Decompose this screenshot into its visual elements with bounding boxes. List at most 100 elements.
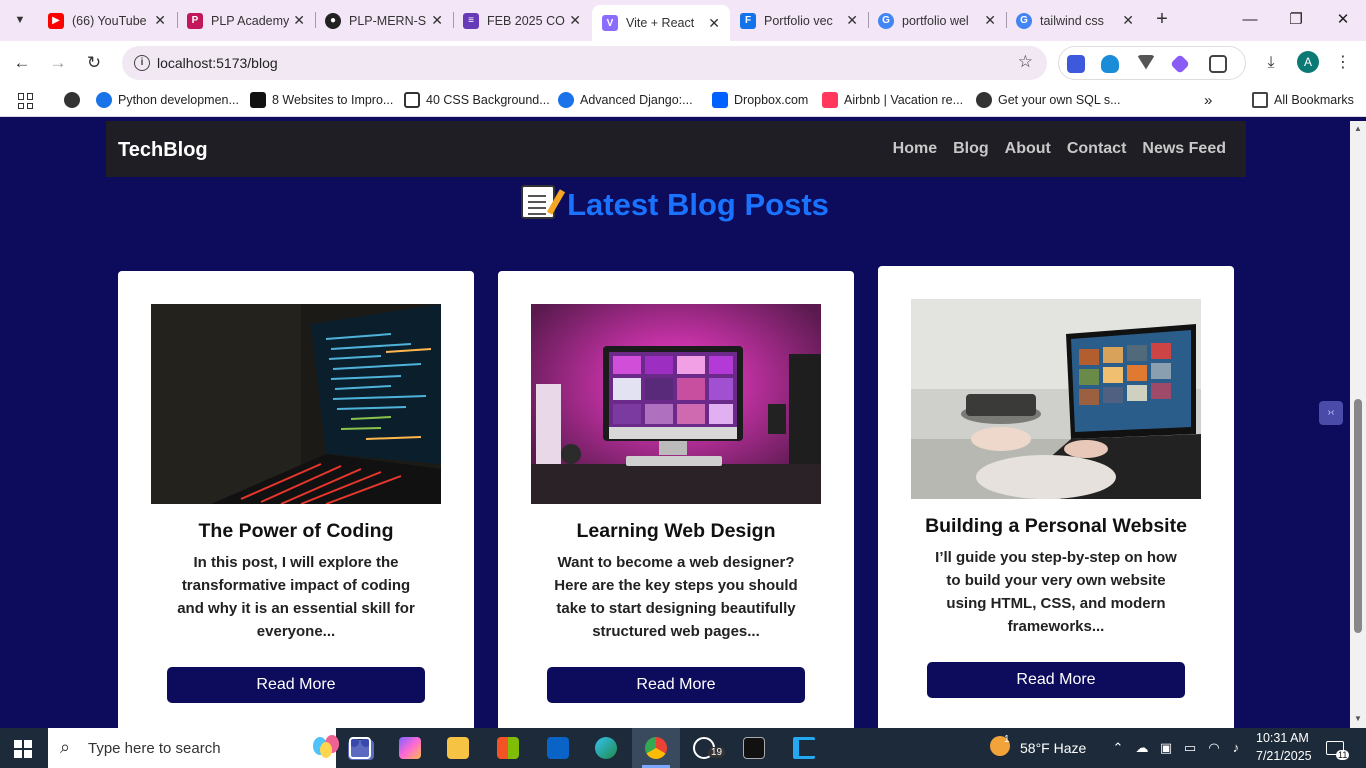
tab-google-tailwind[interactable]: G tailwind css ✕ [1006,0,1144,41]
bookmark-item[interactable]: Dropbox.com [712,92,808,108]
bookmark-favicon [250,92,266,108]
copilot-icon[interactable] [386,728,434,768]
clock-time[interactable]: 10:31 AM [1256,731,1309,745]
scroll-up-arrow-icon[interactable]: ▲ [1354,124,1362,133]
bookmark-item[interactable]: Get your own SQL s... [976,92,1121,108]
bookmark-item[interactable]: Airbnb | Vacation re... [822,92,963,108]
url-text[interactable]: localhost:5173/blog [157,55,278,71]
tab-google-portfolio[interactable]: G portfolio wel ✕ [868,0,1006,41]
coding-laptop-image [151,304,441,504]
menu-kebab-icon[interactable]: ⋮ [1333,53,1353,73]
bookmark-item[interactable]: Advanced Django:... [558,92,693,108]
bookmark-star-icon[interactable]: ☆ [1018,52,1033,72]
nav-about[interactable]: About [1005,140,1051,158]
nav-blog[interactable]: Blog [953,140,989,158]
post-title: Building a Personal Website [925,515,1187,537]
chevron-up-icon[interactable]: ⌃ [1110,740,1126,756]
chrome-icon[interactable] [632,728,680,768]
close-tab-icon[interactable]: ✕ [846,12,858,29]
profile-avatar[interactable]: A [1297,51,1319,73]
minimize-icon[interactable]: — [1238,8,1262,32]
whatsapp-icon[interactable]: 19 [680,728,728,768]
close-window-icon[interactable]: ✕ [1331,8,1355,32]
tab-youtube[interactable]: ▶ (66) YouTube ✕ [38,0,176,41]
windows-start-icon[interactable] [14,740,32,758]
task-view-icon[interactable] [336,728,384,768]
reload-icon[interactable]: ↻ [82,51,106,75]
back-icon[interactable]: ← [10,51,34,75]
bookmark-favicon [558,92,574,108]
shield-icon[interactable] [1101,55,1119,73]
plp-icon: P [187,12,203,29]
meet-now-icon[interactable]: ▣ [1158,740,1174,756]
close-tab-icon[interactable]: ✕ [984,12,996,29]
memo-icon [521,185,556,219]
search-icon: ⌕ [60,737,71,757]
tab-freepik[interactable]: F Portfolio vec ✕ [730,0,868,41]
bookmark-item[interactable]: 8 Websites to Impro... [250,92,393,108]
read-more-button[interactable]: Read More [547,667,805,703]
outlook-icon[interactable] [534,728,582,768]
close-tab-icon[interactable]: ✕ [293,12,305,29]
read-more-button[interactable]: Read More [167,667,425,703]
forward-icon[interactable]: → [46,51,70,75]
nav-links: Home Blog About Contact News Feed [893,140,1226,158]
youtube-icon: ▶ [48,12,64,29]
edge-icon[interactable] [582,728,630,768]
scrollbar-thumb[interactable] [1354,399,1362,633]
more-bookmarks-chevron-icon[interactable]: » [1204,92,1212,109]
wifi-icon[interactable]: ◠ [1206,740,1222,756]
puzzle-extensions-icon[interactable] [1209,55,1227,73]
collapse-widget-icon[interactable]: ›‹ [1319,401,1343,425]
web-design-desk-image [531,304,821,504]
bitwarden-icon[interactable] [1067,55,1085,73]
personal-website-laptop-image [911,299,1201,499]
tab-github[interactable]: ● PLP-MERN-S ✕ [315,0,453,41]
clock-date[interactable]: 7/21/2025 [1256,749,1312,763]
tab-vite-react[interactable]: V Vite + React ✕ [592,5,730,41]
close-tab-icon[interactable]: ✕ [708,15,720,32]
post-excerpt: I’ll guide you step-by-step on how to bu… [935,549,1177,635]
site-brand[interactable]: TechBlog [118,139,208,162]
taskbar-search[interactable]: ⌕ Type here to search [48,728,374,768]
volume-icon[interactable]: ♪ [1228,740,1244,756]
scroll-down-arrow-icon[interactable]: ▼ [1354,714,1362,723]
tab-search-chevron-icon[interactable]: ▼ [8,8,32,32]
bookmark-item[interactable] [64,92,86,108]
onedrive-icon[interactable]: ☁ [1134,740,1150,756]
nav-home[interactable]: Home [893,140,937,158]
read-more-button[interactable]: Read More [927,662,1185,698]
vscode-icon[interactable] [780,728,828,768]
close-tab-icon[interactable]: ✕ [431,12,443,29]
close-tab-icon[interactable]: ✕ [569,12,581,29]
site-info-icon[interactable]: i [134,55,150,71]
close-tab-icon[interactable]: ✕ [1122,12,1134,29]
post-title: The Power of Coding [198,520,394,542]
bookmark-item[interactable]: Python developmen... [96,92,239,108]
file-explorer-icon[interactable] [434,728,482,768]
new-tab-button[interactable]: + [1150,8,1174,32]
close-tab-icon[interactable]: ✕ [154,12,166,29]
google-icon: G [878,12,894,29]
google-icon: G [1016,12,1032,29]
address-bar[interactable]: i localhost:5173/blog ☆ [122,46,1047,80]
microsoft-store-icon[interactable] [484,728,532,768]
apps-grid-icon[interactable] [18,93,34,109]
battery-icon[interactable]: ▭ [1182,740,1198,756]
nav-contact[interactable]: Contact [1067,140,1127,158]
download-icon[interactable]: ⤓ [1261,53,1281,73]
tab-forms[interactable]: ≡ FEB 2025 CO ✕ [453,0,591,41]
search-placeholder[interactable]: Type here to search [88,740,221,757]
bookmarks-bar: Python developmen... 8 Websites to Impro… [0,85,1366,117]
browser-toolbar: ← → ↻ i localhost:5173/blog ☆ ⤓ A ⋮ [0,41,1366,85]
gem-icon[interactable] [1170,54,1190,74]
tab-plp-academy[interactable]: P PLP Academy ✕ [177,0,315,41]
weather-text[interactable]: 58°F Haze [1020,740,1086,756]
bookmark-item[interactable]: 40 CSS Background... [404,92,550,108]
restore-icon[interactable]: ❐ [1284,8,1308,32]
page-scrollbar[interactable]: ▲ ▼ [1350,121,1366,728]
terminal-icon[interactable] [730,728,778,768]
all-bookmarks-button[interactable]: All Bookmarks [1252,92,1354,108]
nav-news-feed[interactable]: News Feed [1142,140,1226,158]
vpn-icon[interactable] [1137,55,1155,70]
